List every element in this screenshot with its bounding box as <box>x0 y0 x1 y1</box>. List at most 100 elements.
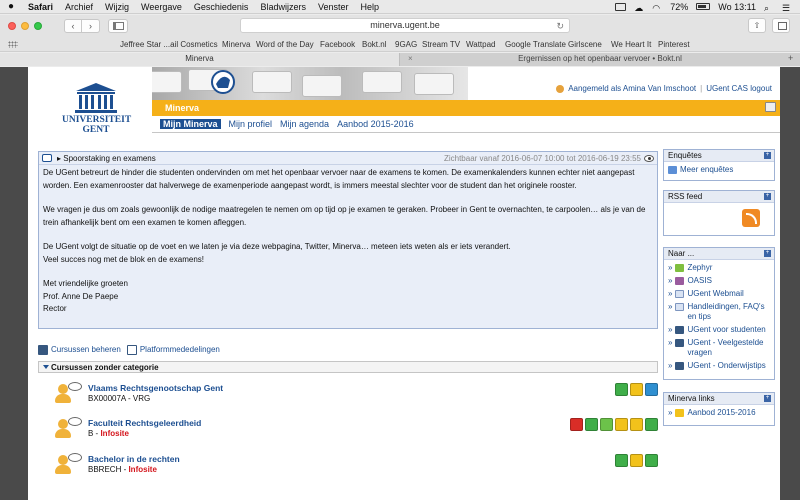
show-tabs-button[interactable] <box>772 18 790 33</box>
naar-box: Naar ... + » Zephyr » OASIS » UGent Webmail … <box>663 247 775 380</box>
menu-archief[interactable]: Archief <box>59 2 99 12</box>
announcement-paragraph: De UGent betreurt de hinder die studente… <box>43 168 635 190</box>
eye-icon[interactable] <box>644 155 654 162</box>
bookmark-girlscene[interactable]: Girlscene <box>568 40 602 49</box>
announcement-subject[interactable]: ▸ Spoorstaking en examens <box>57 154 156 163</box>
menu-wijzig[interactable]: Wijzig <box>99 2 135 12</box>
ugent-logo[interactable]: UNIVERSITEIT GENT <box>62 81 131 137</box>
wifi-icon[interactable]: ◠ <box>652 3 662 13</box>
documents-icon[interactable] <box>630 454 643 467</box>
checkmark-icon[interactable] <box>645 418 658 431</box>
bookmark-word-of-the-day[interactable]: Word of the Day <box>256 40 314 49</box>
menu-venster[interactable]: Venster <box>312 2 355 12</box>
tab-minerva[interactable]: Minerva <box>0 53 400 66</box>
nav-aanbod[interactable]: Aanbod 2015-2016 <box>337 119 414 129</box>
bookmark-google-translate[interactable]: Google Translate <box>505 40 566 49</box>
web-icon[interactable] <box>645 383 658 396</box>
link-handleidingen[interactable]: » Handleidingen, FAQ's en tips <box>668 302 770 322</box>
top-sites-icon[interactable] <box>8 41 18 48</box>
course-name[interactable]: Faculteit Rechtsgeleerdheid <box>88 418 201 428</box>
bookmark-stream-tv[interactable]: Stream TV <box>422 40 460 49</box>
bookmark-facebook[interactable]: Facebook <box>320 40 355 49</box>
minerva-links-body: » Aanbod 2015-2016 <box>664 405 774 424</box>
bookmark-minerva[interactable]: Minerva <box>222 40 250 49</box>
address-bar[interactable]: minerva.ugent.be ↻ <box>240 18 570 33</box>
link-ugent-faq[interactable]: » UGent - Veelgestelde vragen <box>668 338 770 358</box>
edit-icon[interactable] <box>615 454 628 467</box>
cloud-icon[interactable]: ☁ <box>634 3 644 13</box>
checkmark-icon[interactable] <box>645 454 658 467</box>
link-aanbod[interactable]: » Aanbod 2015-2016 <box>668 408 770 418</box>
bookmark-pinterest[interactable]: Pinterest <box>658 40 690 49</box>
announcement-body: De UGent betreurt de hinder die studente… <box>39 165 657 318</box>
link-ugent-studenten[interactable]: » UGent voor studenten <box>668 325 770 335</box>
expand-icon[interactable]: + <box>764 152 771 159</box>
manage-courses-link[interactable]: Cursussen beheren <box>38 345 121 355</box>
edit-icon[interactable] <box>615 383 628 396</box>
expand-icon[interactable]: + <box>764 193 771 200</box>
enquetes-link[interactable]: Meer enquêtes <box>668 165 770 175</box>
bookmark-9gag[interactable]: 9GAG <box>395 40 417 49</box>
screen-icon[interactable] <box>615 2 627 11</box>
menu-geschiedenis[interactable]: Geschiedenis <box>188 2 255 12</box>
expand-icon[interactable]: + <box>764 250 771 257</box>
nav-mijn-agenda[interactable]: Mijn agenda <box>280 119 329 129</box>
forward-button[interactable]: › <box>82 19 100 33</box>
nav-mijn-profiel[interactable]: Mijn profiel <box>229 119 273 129</box>
menu-weergave[interactable]: Weergave <box>135 2 188 12</box>
info-icon[interactable] <box>570 418 583 431</box>
documents-icon[interactable] <box>630 418 643 431</box>
bookmarks-bar: Jeffree Star ...ail Cosmetics Minerva Wo… <box>0 37 800 52</box>
link-label: UGent - Onderwijstips <box>687 361 766 370</box>
zoom-window-button[interactable] <box>34 22 42 30</box>
link-label: Handleidingen, FAQ's en tips <box>687 302 765 321</box>
course-code: BBRECH - Infosite <box>88 465 157 474</box>
menu-safari[interactable]: Safari <box>22 2 59 12</box>
folder-icon[interactable] <box>615 418 628 431</box>
link-webmail[interactable]: » UGent Webmail <box>668 289 770 299</box>
back-button[interactable]: ‹ <box>64 19 82 33</box>
bookmark-wattpad[interactable]: Wattpad <box>466 40 496 49</box>
minimize-window-button[interactable] <box>21 22 29 30</box>
manage-courses-icon <box>38 345 48 355</box>
university-icon <box>675 326 685 334</box>
new-tab-button[interactable]: + <box>788 53 793 63</box>
category-header[interactable]: Cursussen zonder categorie <box>38 361 658 373</box>
notification-center-icon[interactable]: ☰ <box>782 3 792 13</box>
print-icon[interactable] <box>765 102 776 112</box>
link-oasis[interactable]: » OASIS <box>668 276 770 286</box>
tab-bokt[interactable]: × Ergernissen op het openbaar vervoer • … <box>400 53 800 66</box>
course-name[interactable]: Vlaams Rechtsgenootschap Gent <box>88 383 223 393</box>
close-window-button[interactable] <box>8 22 16 30</box>
platform-announcements-link[interactable]: Platformmededelingen <box>126 345 220 355</box>
menu-help[interactable]: Help <box>354 2 385 12</box>
expand-icon[interactable]: + <box>764 395 771 402</box>
course-name[interactable]: Bachelor in de rechten <box>88 454 180 464</box>
clock[interactable]: Wo 13:11 <box>718 2 756 12</box>
link-ugent-onderwijstips[interactable]: » UGent - Onderwijstips <box>668 361 770 371</box>
course-row: Vlaams Rechtsgenootschap Gent BX00007A -… <box>54 379 658 409</box>
rss-icon[interactable] <box>742 209 760 227</box>
scrollbar-track[interactable] <box>780 67 800 500</box>
apple-menu-icon[interactable]: ● <box>0 1 22 12</box>
tools-icon[interactable] <box>600 418 613 431</box>
search-icon[interactable]: ⌕ <box>764 3 774 13</box>
share-button[interactable]: ⇧ <box>748 18 766 33</box>
logged-in-as[interactable]: Aangemeld als Amina Van Imschoot <box>568 84 696 93</box>
bookmark-we-heart-it[interactable]: We Heart It <box>611 40 651 49</box>
menu-bladwijzers[interactable]: Bladwijzers <box>254 2 312 12</box>
oasis-icon <box>675 277 685 285</box>
collapse-triangle-icon[interactable] <box>43 365 49 369</box>
battery-icon[interactable] <box>696 3 711 10</box>
nav-mijn-minerva[interactable]: Mijn Minerva <box>160 119 221 129</box>
documents-icon[interactable] <box>630 383 643 396</box>
sidebar-toggle-button[interactable] <box>108 19 128 33</box>
logout-link[interactable]: UGent CAS logout <box>706 84 772 93</box>
close-tab-icon[interactable]: × <box>408 53 413 65</box>
bookmark-bokt[interactable]: Bokt.nl <box>362 40 386 49</box>
bookmark-jeffree-star[interactable]: Jeffree Star ...ail Cosmetics <box>120 40 218 49</box>
link-zephyr[interactable]: » Zephyr <box>668 263 770 273</box>
reload-icon[interactable]: ↻ <box>556 20 564 33</box>
web-viewport: UNIVERSITEIT GENT Aangemeld als Amina Va… <box>0 67 800 500</box>
edit-icon[interactable] <box>585 418 598 431</box>
